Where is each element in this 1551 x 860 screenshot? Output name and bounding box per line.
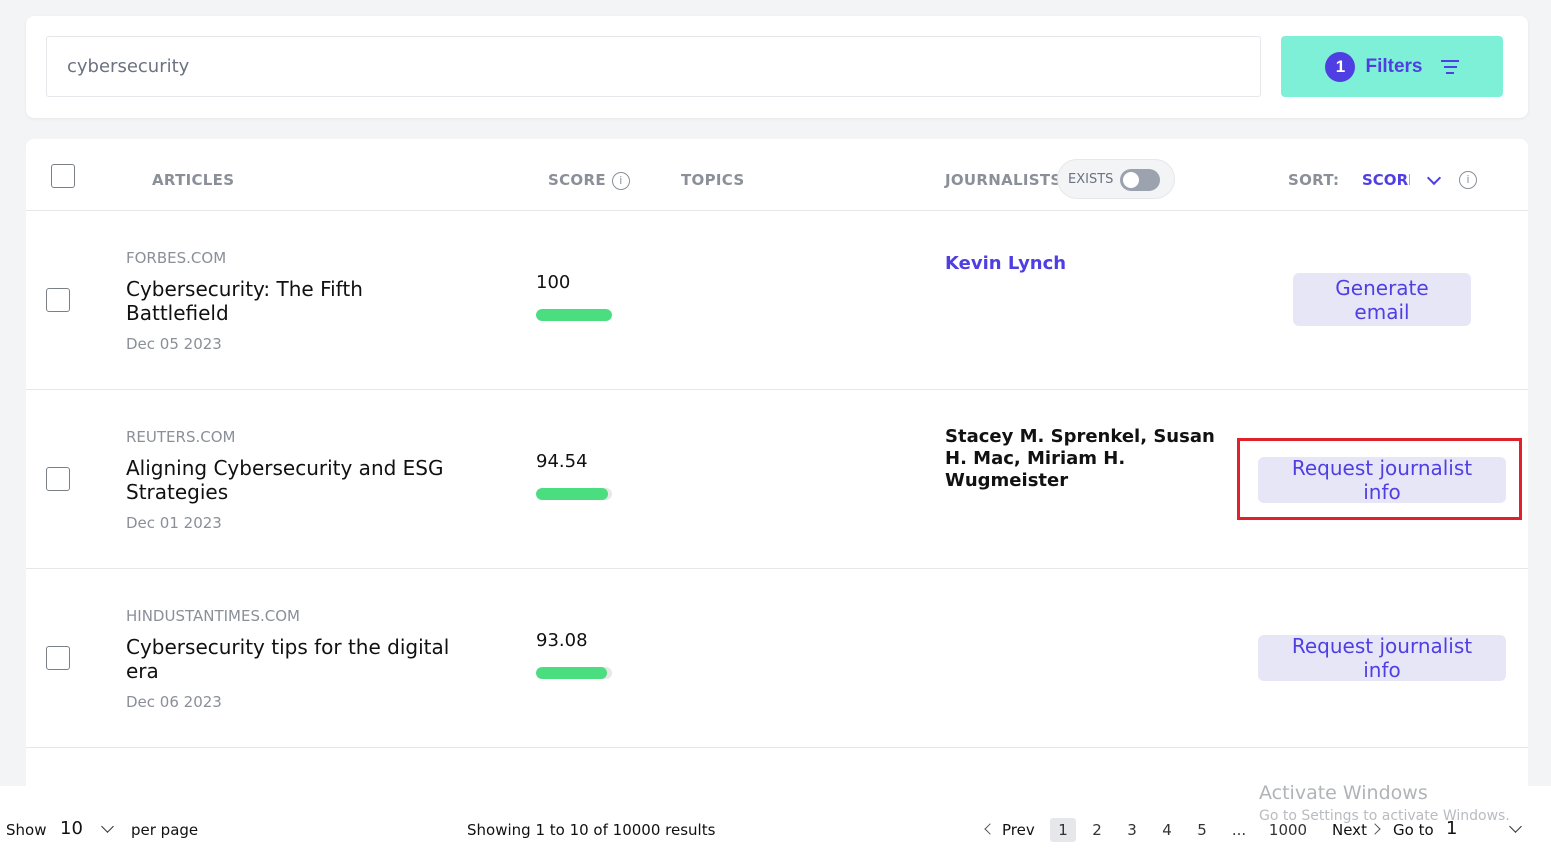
score-bar — [536, 488, 612, 500]
activate-windows-subtext: Go to Settings to activate Windows. — [1259, 808, 1510, 824]
table-row: REUTERS.COM Aligning Cybersecurity and E… — [26, 390, 1528, 569]
prev-arrow-icon[interactable] — [984, 823, 996, 835]
header-journalists[interactable]: JOURNALISTS — [945, 171, 1062, 189]
page-3[interactable]: 3 — [1119, 818, 1145, 842]
generate-email-button[interactable]: Generate email — [1293, 273, 1471, 326]
select-all-checkbox[interactable] — [51, 164, 75, 188]
table-row: HINDUSTANTIMES.COM Cybersecurity tips fo… — [26, 569, 1528, 748]
score-bar-fill — [536, 309, 612, 321]
filter-lines-icon — [1439, 59, 1459, 74]
header-score[interactable]: SCORE i — [548, 171, 630, 190]
prev-button[interactable]: Prev — [1002, 821, 1035, 839]
table-header: ARTICLES SCORE i TOPICS JOURNALISTS EXIST… — [26, 139, 1528, 211]
page-ellipsis: ... — [1231, 821, 1247, 839]
articles-table: ARTICLES SCORE i TOPICS JOURNALISTS EXIST… — [26, 139, 1528, 799]
article-source: REUTERS.COM — [126, 428, 236, 446]
journalist-link[interactable]: Kevin Lynch — [945, 253, 1066, 274]
page-2[interactable]: 2 — [1084, 818, 1110, 842]
article-score: 94.54 — [536, 451, 588, 472]
row-checkbox[interactable] — [46, 467, 70, 491]
activate-windows-watermark: Activate Windows — [1259, 782, 1428, 804]
score-bar — [536, 309, 612, 321]
journalists-exists-toggle[interactable]: EXISTS — [1057, 159, 1175, 199]
page-4[interactable]: 4 — [1154, 818, 1180, 842]
article-title[interactable]: Cybersecurity: The Fifth Battlefield — [126, 277, 466, 325]
journalist-names: Stacey M. Sprenkel, Susan H. Mac, Miriam… — [945, 426, 1215, 491]
sort-chevron-down-icon[interactable] — [1426, 170, 1442, 186]
article-title[interactable]: Aligning Cybersecurity and ESG Strategie… — [126, 456, 466, 504]
filters-button[interactable]: 1 Filters — [1281, 36, 1503, 97]
header-articles[interactable]: ARTICLES — [152, 171, 234, 189]
search-input[interactable] — [46, 36, 1261, 97]
article-source: FORBES.COM — [126, 249, 227, 267]
score-info-icon[interactable]: i — [611, 171, 630, 190]
request-journalist-info-button[interactable]: Request journalist info — [1258, 634, 1506, 682]
toggle-switch[interactable] — [1120, 169, 1160, 191]
article-score: 100 — [536, 272, 571, 293]
request-journalist-info-button[interactable]: Request journalist info — [1258, 456, 1506, 504]
header-score-label: SCORE — [548, 171, 606, 189]
page-5[interactable]: 5 — [1189, 818, 1215, 842]
header-topics[interactable]: TOPICS — [681, 171, 744, 189]
results-summary: Showing 1 to 10 of 10000 results — [467, 821, 716, 839]
filter-count-badge: 1 — [1325, 51, 1356, 82]
sort-label: SORT: — [1288, 171, 1340, 189]
sort-info-icon[interactable]: i — [1459, 171, 1477, 189]
page-1[interactable]: 1 — [1050, 818, 1076, 842]
exists-label: EXISTS — [1068, 172, 1114, 187]
row-checkbox[interactable] — [46, 646, 70, 670]
next-arrow-icon[interactable] — [1369, 823, 1381, 835]
show-label: Show — [6, 821, 47, 839]
article-source: HINDUSTANTIMES.COM — [126, 607, 300, 625]
per-page-chevron-down-icon[interactable] — [101, 820, 114, 833]
search-card: 1 Filters — [26, 16, 1528, 118]
filters-label: Filters — [1365, 55, 1423, 77]
article-date: Dec 01 2023 — [126, 514, 222, 532]
article-title[interactable]: Cybersecurity tips for the digital era — [126, 635, 466, 683]
score-bar — [536, 667, 612, 679]
score-bar-fill — [536, 667, 607, 679]
table-row: FORBES.COM Cybersecurity: The Fifth Batt… — [26, 211, 1528, 390]
per-page-select[interactable]: 10 — [60, 818, 83, 839]
toggle-knob — [1123, 172, 1139, 188]
sort-select-value[interactable]: SCORE — [1362, 171, 1410, 189]
goto-chevron-down-icon[interactable] — [1509, 820, 1522, 833]
article-date: Dec 06 2023 — [126, 693, 222, 711]
article-date: Dec 05 2023 — [126, 335, 222, 353]
article-score: 93.08 — [536, 630, 588, 651]
row-checkbox[interactable] — [46, 288, 70, 312]
score-bar-fill — [536, 488, 608, 500]
per-page-label: per page — [131, 821, 199, 839]
